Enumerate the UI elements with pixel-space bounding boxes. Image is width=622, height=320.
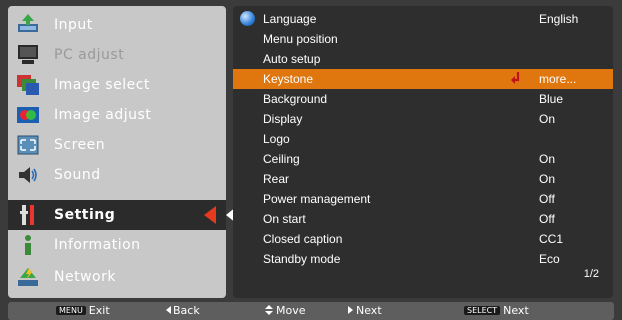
submenu-row-on-start[interactable]: On start Off bbox=[233, 209, 613, 229]
exit-hint[interactable]: MENU Exit bbox=[56, 304, 110, 317]
next-label: Next bbox=[356, 304, 382, 317]
submenu-row-logo[interactable]: Logo bbox=[233, 129, 613, 149]
pc-adjust-icon bbox=[18, 45, 38, 64]
submenu-row-language[interactable]: Language English bbox=[233, 9, 613, 29]
menu-item-label: Image select bbox=[54, 77, 150, 93]
up-down-arrow-icon bbox=[265, 305, 273, 315]
row-label: On start bbox=[263, 212, 306, 226]
information-icon bbox=[25, 235, 31, 255]
projector-osd: Input PC adjust Image select Image adjus… bbox=[0, 0, 622, 320]
footer-hint-bar: MENU Exit Back Move Next SELECT Next bbox=[8, 302, 614, 320]
page-indicator: 1/2 bbox=[583, 268, 599, 280]
row-value: more... bbox=[539, 72, 577, 86]
submenu-row-display[interactable]: Display On bbox=[233, 109, 613, 129]
menu-item-pc-adjust[interactable]: PC adjust bbox=[8, 40, 226, 70]
globe-icon bbox=[240, 11, 255, 26]
menu-item-label: Image adjust bbox=[54, 107, 152, 123]
back-label: Back bbox=[173, 304, 200, 317]
submenu-row-rear[interactable]: Rear On bbox=[233, 169, 613, 189]
select-next-label: Next bbox=[503, 304, 529, 317]
exit-label: Exit bbox=[88, 304, 110, 317]
row-label: Power management bbox=[263, 192, 371, 206]
submenu-row-closed-caption[interactable]: Closed caption CC1 bbox=[233, 229, 613, 249]
row-value: Off bbox=[539, 212, 555, 226]
row-label: Rear bbox=[263, 172, 290, 186]
submenu-row-ceiling[interactable]: Ceiling On bbox=[233, 149, 613, 169]
submenu-row-keystone[interactable]: Keystone more... bbox=[233, 69, 613, 89]
select-next-hint[interactable]: SELECT Next bbox=[464, 304, 529, 317]
menu-item-information[interactable]: Information bbox=[8, 230, 226, 260]
back-hint[interactable]: Back bbox=[166, 304, 200, 317]
menu-item-network[interactable]: Network bbox=[8, 262, 226, 292]
move-label: Move bbox=[276, 304, 306, 317]
submenu-row-power-management[interactable]: Power management Off bbox=[233, 189, 613, 209]
menu-item-label: Setting bbox=[54, 207, 116, 223]
menu-item-label: Input bbox=[54, 17, 93, 33]
select-key-icon: SELECT bbox=[464, 306, 501, 315]
row-label: Standby mode bbox=[263, 252, 341, 266]
submenu-row-background[interactable]: Background Blue bbox=[233, 89, 613, 109]
menu-item-image-select[interactable]: Image select bbox=[8, 70, 226, 100]
enter-arrow-icon bbox=[511, 72, 520, 84]
right-arrow-icon bbox=[348, 306, 353, 314]
menu-item-label: Network bbox=[54, 269, 116, 285]
sound-icon bbox=[19, 167, 37, 183]
selection-arrow-icon bbox=[204, 206, 216, 224]
submenu-row-menu-position[interactable]: Menu position bbox=[233, 29, 613, 49]
menu-item-label: Screen bbox=[54, 137, 106, 153]
submenu-row-standby-mode[interactable]: Standby mode Eco bbox=[233, 249, 613, 269]
menu-item-screen[interactable]: Screen bbox=[8, 130, 226, 160]
menu-item-sound[interactable]: Sound bbox=[8, 160, 226, 190]
main-menu: Input PC adjust Image select Image adjus… bbox=[8, 6, 226, 298]
left-arrow-icon bbox=[166, 306, 171, 314]
row-label: Ceiling bbox=[263, 152, 300, 166]
row-value: CC1 bbox=[539, 232, 564, 246]
row-label: Closed caption bbox=[263, 232, 343, 246]
screen-icon bbox=[17, 135, 39, 155]
image-select-icon bbox=[17, 75, 39, 95]
row-value: On bbox=[539, 152, 556, 166]
submenu-row-auto-setup[interactable]: Auto setup bbox=[233, 49, 613, 69]
row-label: Logo bbox=[263, 132, 290, 146]
move-hint[interactable]: Move bbox=[265, 304, 306, 317]
menu-item-input[interactable]: Input bbox=[8, 10, 226, 40]
row-label: Auto setup bbox=[263, 52, 321, 66]
row-value: Off bbox=[539, 192, 555, 206]
input-icon bbox=[18, 14, 38, 32]
setting-submenu: Language English Menu position Auto setu… bbox=[233, 6, 613, 298]
menu-key-icon: MENU bbox=[56, 306, 86, 315]
row-value: Blue bbox=[539, 92, 564, 106]
menu-item-label: Information bbox=[54, 237, 141, 253]
row-label: Menu position bbox=[263, 32, 338, 46]
next-hint[interactable]: Next bbox=[348, 304, 382, 317]
row-value: On bbox=[539, 172, 556, 186]
setting-icon bbox=[20, 205, 34, 225]
row-label: Keystone bbox=[263, 72, 314, 86]
row-label: Language bbox=[263, 12, 317, 26]
menu-item-label: Sound bbox=[54, 167, 101, 183]
row-value: Eco bbox=[539, 252, 560, 266]
row-label: Display bbox=[263, 112, 303, 126]
row-value: English bbox=[539, 12, 579, 26]
menu-item-setting[interactable]: Setting bbox=[8, 200, 226, 230]
row-value: On bbox=[539, 112, 556, 126]
row-label: Background bbox=[263, 92, 328, 106]
network-icon bbox=[18, 266, 38, 286]
menu-item-image-adjust[interactable]: Image adjust bbox=[8, 100, 226, 130]
menu-item-label: PC adjust bbox=[54, 47, 125, 63]
image-adjust-icon bbox=[17, 107, 39, 123]
